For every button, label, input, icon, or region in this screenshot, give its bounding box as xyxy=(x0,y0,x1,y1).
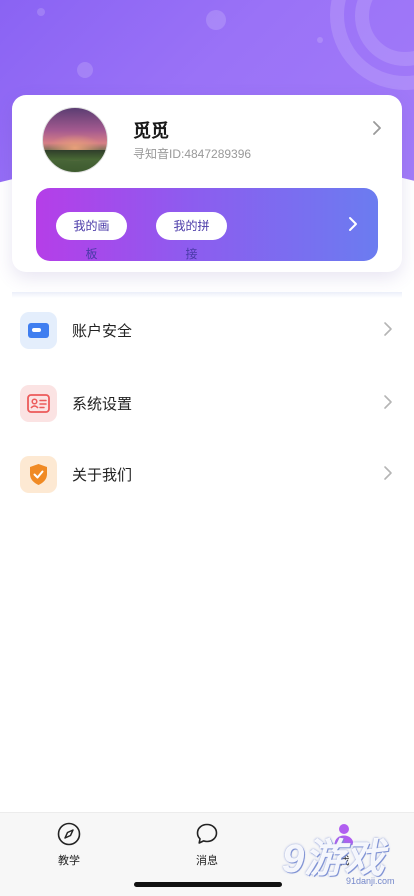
menu-item-about-us[interactable]: 关于我们 xyxy=(0,450,414,510)
shield-check-icon xyxy=(20,456,57,493)
watermark-url: 91danji.com xyxy=(346,876,395,886)
site-watermark: 9游戏 91danji.com xyxy=(282,826,414,896)
menu-label: 账户安全 xyxy=(72,323,133,340)
menu-item-account-security[interactable]: 账户安全 xyxy=(0,306,414,366)
decor-bubble xyxy=(37,8,45,16)
section-divider xyxy=(12,292,402,298)
avatar-landscape xyxy=(43,150,107,160)
my-splices-button[interactable]: 我的拼接 xyxy=(156,212,227,261)
home-indicator xyxy=(134,882,282,887)
tab-label: 教学 xyxy=(58,855,80,867)
tab-teaching[interactable]: 教学 xyxy=(29,821,109,871)
compass-icon xyxy=(57,822,81,846)
user-id: 寻知音ID:4847289396 xyxy=(133,147,252,161)
menu-item-system-settings[interactable]: 系统设置 xyxy=(0,379,414,439)
my-works-banner[interactable]: 我的画板 我的拼接 xyxy=(36,188,378,261)
chevron-right-icon xyxy=(384,322,392,336)
menu-label: 系统设置 xyxy=(72,396,133,413)
decor-bubble xyxy=(206,10,226,30)
decor-bubble xyxy=(317,37,323,43)
card-icon xyxy=(20,312,57,349)
menu-label: 关于我们 xyxy=(72,467,133,484)
my-boards-button[interactable]: 我的画板 xyxy=(56,212,127,261)
username: 觅觅 xyxy=(133,121,169,141)
tab-label: 消息 xyxy=(196,855,218,867)
decor-bubble xyxy=(77,62,93,78)
chevron-right-icon xyxy=(384,395,392,409)
id-card-icon xyxy=(20,385,57,422)
chevron-right-icon[interactable] xyxy=(344,215,362,233)
tab-messages[interactable]: 消息 xyxy=(167,821,247,871)
chat-bubble-icon xyxy=(196,823,218,844)
chevron-right-icon xyxy=(384,466,392,480)
chevron-right-icon[interactable] xyxy=(368,119,386,137)
profile-card[interactable]: 觅觅 寻知音ID:4847289396 我的画板 我的拼接 xyxy=(12,95,402,272)
avatar[interactable] xyxy=(42,107,108,173)
